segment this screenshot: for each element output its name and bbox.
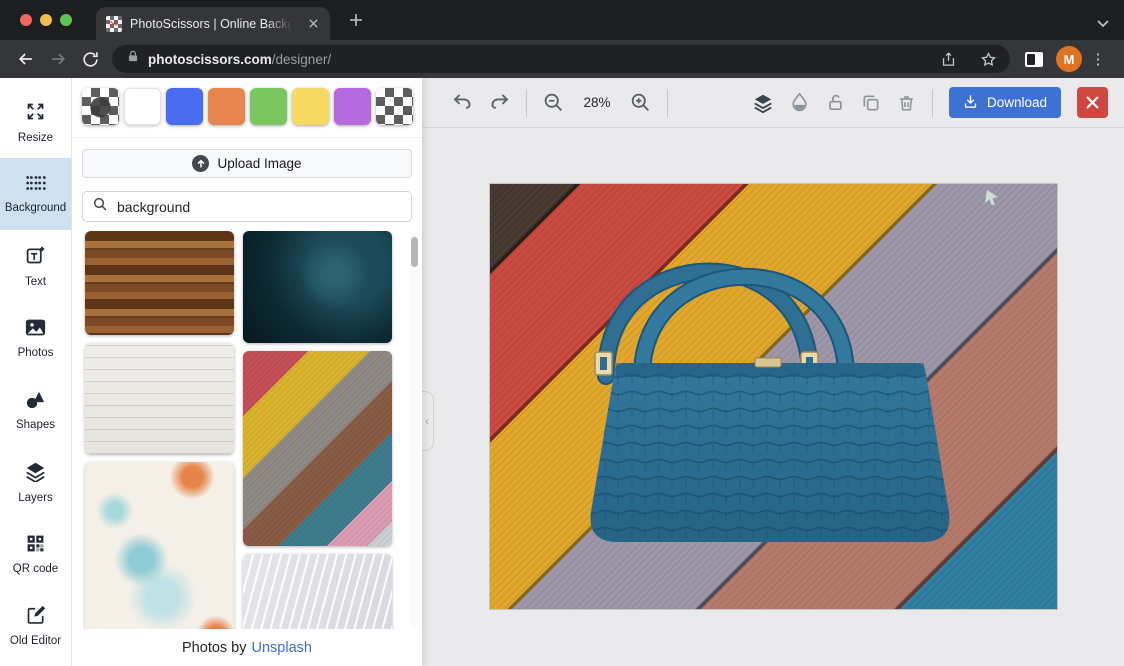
side-panel-icon[interactable] xyxy=(1018,43,1050,75)
thumbnail-white-waves[interactable] xyxy=(243,554,392,629)
editor-toolbar: 28% xyxy=(422,78,1124,128)
redo-button[interactable] xyxy=(489,92,510,113)
forward-button[interactable] xyxy=(42,43,74,75)
tool-sidebar: Resize Background Text Photos xyxy=(0,78,72,666)
profile-avatar[interactable]: M xyxy=(1056,46,1082,72)
browser-menu-icon[interactable]: ⋮ xyxy=(1088,50,1108,68)
thumbnail-dark-clouds[interactable] xyxy=(243,231,392,343)
sidebar-item-shapes[interactable]: Shapes xyxy=(0,374,71,446)
tab-title: PhotoScissors | Online Backgro xyxy=(130,17,296,31)
sidebar-item-resize[interactable]: Resize xyxy=(0,86,71,158)
toolbar-separator xyxy=(667,89,668,117)
bookmark-star-icon[interactable] xyxy=(972,43,1004,75)
photo-icon xyxy=(25,318,46,342)
tab-strip: ✂ PhotoScissors | Online Backgro xyxy=(0,0,1124,40)
orange-swatch[interactable] xyxy=(208,88,245,125)
back-button[interactable] xyxy=(10,43,42,75)
thumbnail-scrollbar[interactable] xyxy=(410,233,419,627)
toolbar-separator xyxy=(526,89,527,117)
search-input[interactable] xyxy=(117,199,402,215)
tab-close-icon[interactable] xyxy=(304,15,322,33)
delete-button[interactable] xyxy=(897,93,916,113)
undo-button[interactable] xyxy=(452,92,473,113)
window-controls xyxy=(20,14,72,26)
dots-grid-icon xyxy=(24,174,48,197)
white-swatch[interactable] xyxy=(124,88,161,125)
url-domain: photoscissors.com xyxy=(148,52,272,67)
original-background-swatch[interactable] xyxy=(82,88,119,125)
browser-toolbar: photoscissors.com/designer/ M ⋮ xyxy=(0,40,1124,78)
sidebar-item-background[interactable]: Background xyxy=(0,158,71,230)
upload-image-button[interactable]: Upload Image xyxy=(82,149,412,178)
tab-search-chevron-icon[interactable] xyxy=(1096,16,1110,34)
thumbnail-white-brick[interactable] xyxy=(85,343,234,454)
download-icon xyxy=(963,94,978,112)
lock-icon[interactable] xyxy=(126,49,140,69)
green-swatch[interactable] xyxy=(250,88,287,125)
qr-code-icon xyxy=(26,534,45,558)
close-editor-button[interactable] xyxy=(1077,87,1108,118)
color-swatches-row xyxy=(72,78,422,138)
photoscissors-favicon-icon: ✂ xyxy=(106,16,122,32)
close-window-button[interactable] xyxy=(20,14,32,26)
address-bar[interactable]: photoscissors.com/designer/ xyxy=(112,45,1010,73)
zoom-window-button[interactable] xyxy=(60,14,72,26)
collapse-chevron-icon: ‹ xyxy=(425,414,429,428)
minimize-window-button[interactable] xyxy=(40,14,52,26)
toolbar-separator xyxy=(932,89,933,117)
browser-tab[interactable]: ✂ PhotoScissors | Online Backgro xyxy=(96,7,330,40)
transparent-swatch[interactable] xyxy=(376,88,413,125)
blur-droplet-button[interactable] xyxy=(790,92,809,113)
handbag-graphic xyxy=(490,184,1059,611)
canvas[interactable]: ‹ xyxy=(422,128,1124,666)
sidebar-item-text[interactable]: Text xyxy=(0,230,71,302)
upload-icon xyxy=(192,155,209,172)
browser-actions: M ⋮ xyxy=(1018,43,1108,75)
zoom-in-button[interactable] xyxy=(630,92,651,113)
sidebar-item-layers[interactable]: Layers xyxy=(0,446,71,518)
purple-swatch[interactable] xyxy=(334,88,371,125)
duplicate-button[interactable] xyxy=(861,93,881,113)
zoom-out-button[interactable] xyxy=(543,92,564,113)
search-icon xyxy=(92,196,108,217)
background-panel: Upload Image xyxy=(72,78,422,666)
sidebar-item-old-editor[interactable]: Old Editor xyxy=(0,590,71,662)
unlock-button[interactable] xyxy=(825,92,845,113)
thumbnail-grid xyxy=(72,231,422,629)
unsplash-link[interactable]: Unsplash xyxy=(252,640,312,656)
zoom-level: 28% xyxy=(580,95,614,110)
reload-button[interactable] xyxy=(74,43,106,75)
expand-icon xyxy=(25,101,46,127)
photo-credit: Photos by Unsplash xyxy=(72,629,422,666)
edit-pencil-icon xyxy=(26,605,46,630)
sidebar-item-qr-code[interactable]: QR code xyxy=(0,518,71,590)
sidebar-item-photos[interactable]: Photos xyxy=(0,302,71,374)
url-path: /designer/ xyxy=(272,52,331,67)
thumbnail-paint-marble[interactable] xyxy=(85,462,234,629)
thumbnail-wood-planks[interactable] xyxy=(85,231,234,335)
share-icon[interactable] xyxy=(932,43,964,75)
download-button[interactable]: Download xyxy=(949,87,1061,118)
browser-chrome: ✂ PhotoScissors | Online Backgro xyxy=(0,0,1124,78)
layers-icon xyxy=(25,461,46,487)
blue-swatch[interactable] xyxy=(166,88,203,125)
editor-area: 28% xyxy=(422,78,1124,666)
background-search[interactable] xyxy=(82,191,412,222)
new-tab-button[interactable] xyxy=(348,12,364,33)
text-add-icon xyxy=(25,245,46,271)
yellow-swatch[interactable] xyxy=(292,88,329,125)
layers-order-button[interactable] xyxy=(752,92,774,114)
thumbnail-colorful-wood[interactable] xyxy=(243,351,392,546)
panel-collapse-handle[interactable]: ‹ xyxy=(421,391,434,451)
shapes-icon xyxy=(25,390,46,414)
photoscissors-app: Resize Background Text Photos xyxy=(0,78,1124,666)
scrollbar-thumb[interactable] xyxy=(411,237,418,267)
working-image[interactable] xyxy=(489,183,1058,610)
